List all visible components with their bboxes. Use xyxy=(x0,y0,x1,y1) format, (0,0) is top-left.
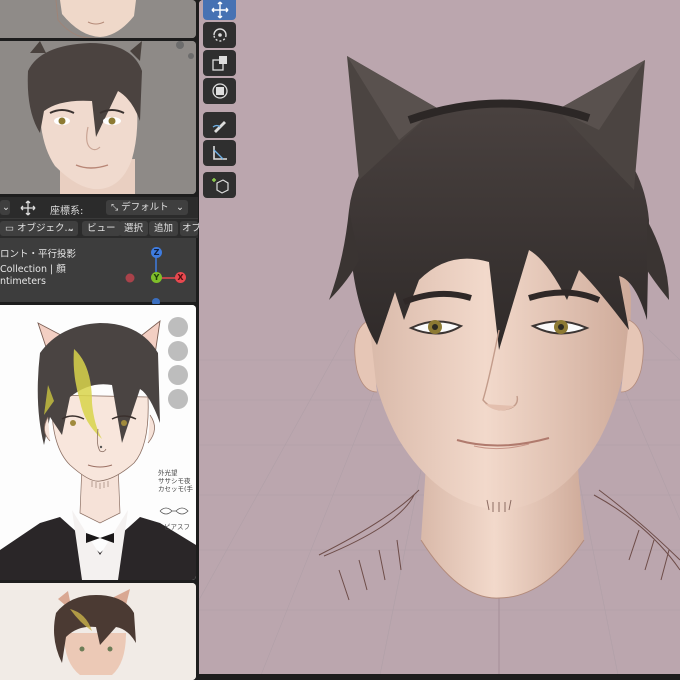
camera-icon[interactable] xyxy=(168,365,188,385)
transform-icon xyxy=(211,83,228,99)
main-viewport-bottom-edge xyxy=(199,674,680,680)
axis-neg-z-icon[interactable] xyxy=(152,298,160,304)
pan-hand-icon[interactable] xyxy=(168,341,188,361)
view-name-text: ロント・平行投影 xyxy=(0,249,77,260)
character-portrait-image xyxy=(0,583,196,680)
left-column: ⌄ 座標系: ⤡ デフォルト ⌄ ▭ オブジェク... ⌄ ビュー 選択 追加 オ… xyxy=(0,0,201,680)
annotate-icon xyxy=(212,121,226,133)
object-mode-icon: ▭ xyxy=(5,223,17,234)
sketch-note-2: ササシモ夜 xyxy=(158,477,191,485)
menu-view[interactable]: ビュー xyxy=(82,221,121,236)
sketch-note-4: ピアスフ xyxy=(164,523,190,531)
toolbar xyxy=(203,0,237,204)
reference-photo-image[interactable] xyxy=(0,583,196,680)
axis-x-button[interactable]: X xyxy=(175,272,186,283)
object-mode-dropdown[interactable]: ▭ オブジェク... ⌄ xyxy=(0,221,78,236)
add-cube-tool-button[interactable] xyxy=(203,172,236,198)
scale-tool-button[interactable] xyxy=(203,50,236,76)
chevron-down-icon: ⌄ xyxy=(67,223,75,234)
coord-system-value: デフォルト xyxy=(121,202,169,213)
character-sketch-image xyxy=(0,305,196,580)
measure-tool-button[interactable] xyxy=(203,140,236,166)
app-window: ⌄ 座標系: ⤡ デフォルト ⌄ ▭ オブジェク... ⌄ ビュー 選択 追加 オ… xyxy=(0,0,680,680)
chin-closeup-image xyxy=(0,0,196,38)
collection-text: Collection | 顔 xyxy=(0,264,66,275)
coord-system-dropdown[interactable]: ⤡ デフォルト ⌄ xyxy=(106,200,188,215)
tool-settings-header: ⌄ 座標系: ⤡ デフォルト ⌄ xyxy=(0,197,198,219)
reference-sketch-image[interactable]: 外光望 ササシモ夜 カセッモ(手 ピアスフ xyxy=(0,305,196,580)
transform-orientation-icon[interactable] xyxy=(20,200,36,219)
scale-icon xyxy=(211,56,227,71)
rotate-icon xyxy=(212,28,227,42)
add-cube-icon xyxy=(211,178,229,194)
sketch-note-1: 外光望 xyxy=(158,469,178,477)
axis-neg-x-icon[interactable] xyxy=(125,273,135,283)
rotate-tool-button[interactable] xyxy=(203,22,236,48)
transform-tool-button[interactable] xyxy=(203,78,236,104)
grid-view-icon[interactable] xyxy=(168,389,188,409)
annotate-tool-button[interactable] xyxy=(203,112,236,138)
dropdown-chevron-icon[interactable]: ⌄ xyxy=(0,200,10,215)
menu-add[interactable]: 追加 xyxy=(149,221,179,236)
main-3d-viewport[interactable] xyxy=(199,0,680,680)
zoom-icon[interactable] xyxy=(168,317,188,337)
chevron-down-icon: ⌄ xyxy=(176,202,184,213)
panel-close-icon[interactable] xyxy=(176,41,184,49)
character-head-render xyxy=(199,0,680,680)
menu-select[interactable]: 選択 xyxy=(119,221,149,236)
sketch-notes: 外光望 ササシモ夜 カセッモ(手 xyxy=(158,469,193,493)
axis-y-button[interactable]: Y xyxy=(151,272,162,283)
coord-system-label: 座標系: xyxy=(50,206,84,217)
measure-icon xyxy=(212,146,227,160)
move-icon xyxy=(211,1,228,19)
sketch-note-3: カセッモ(手 xyxy=(158,485,194,493)
unit-text: ntimeters xyxy=(0,276,46,287)
panel-corner-icon[interactable] xyxy=(188,53,194,59)
menu-object[interactable]: オブ xyxy=(180,221,201,236)
secondary-viewport-overlay[interactable]: ロント・平行投影 Collection | 顔 ntimeters Z Y X xyxy=(0,238,196,304)
reference-image-top[interactable] xyxy=(0,0,196,38)
face-render-small xyxy=(0,41,196,194)
secondary-3d-viewport[interactable] xyxy=(0,41,196,194)
axis-z-button[interactable]: Z xyxy=(151,247,162,258)
pivot-icon: ⤡ xyxy=(111,203,122,213)
viewport-header: ▭ オブジェク... ⌄ ビュー 選択 追加 オブ xyxy=(0,219,201,238)
object-mode-label: オブジェク... xyxy=(17,223,74,234)
move-tool-button[interactable] xyxy=(203,0,236,20)
